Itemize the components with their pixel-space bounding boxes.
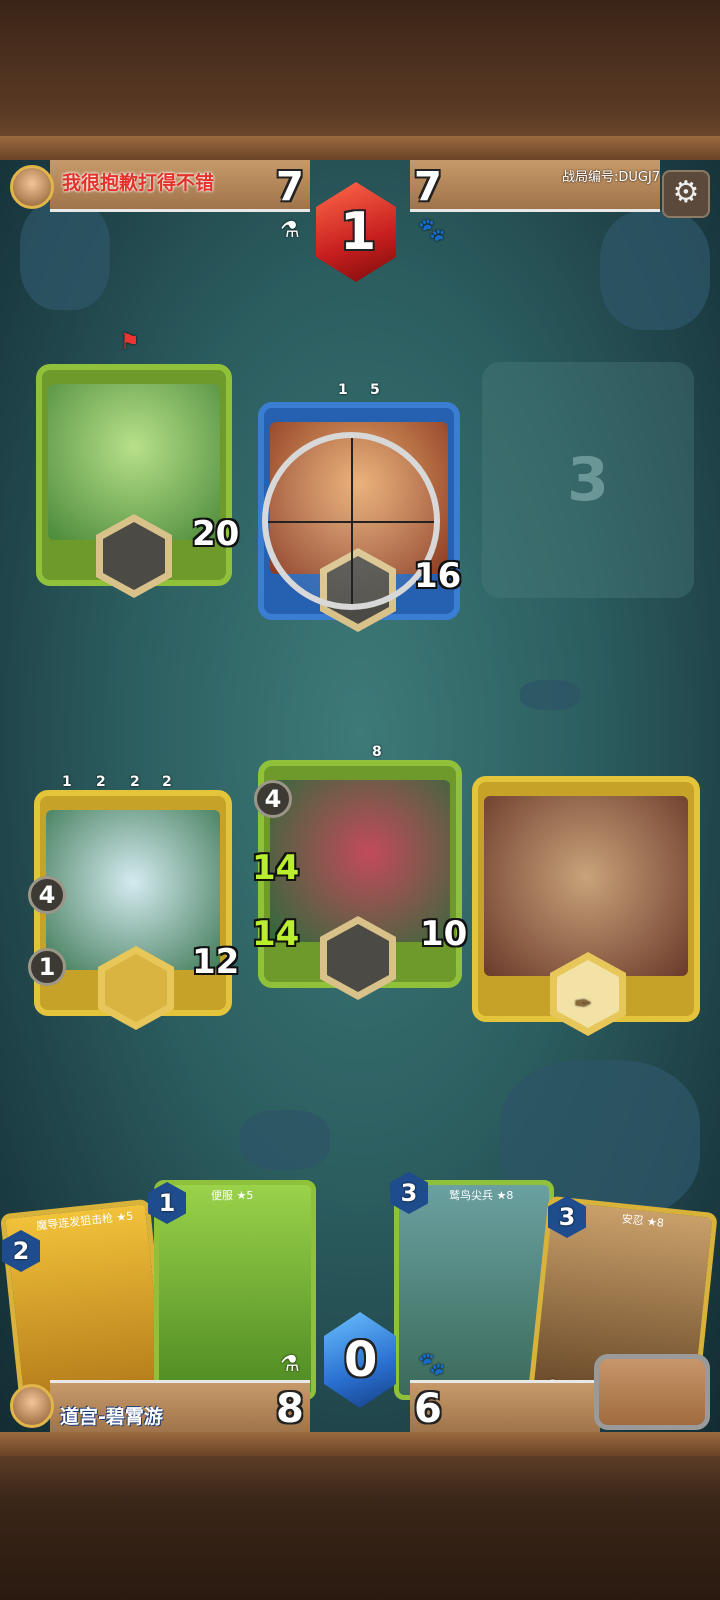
quill-icon: ✒ (574, 992, 593, 1017)
my-card-1-left-stat-1: 4 (28, 876, 66, 914)
flask-icon: ⚗ (280, 1352, 300, 1377)
opponent-avatar[interactable] (10, 165, 54, 209)
my-card-1-badge-2: 2 (96, 774, 106, 790)
my-card-1-badge-1: 1 (62, 774, 72, 790)
enemy-card-2-badge-2: 5 (370, 382, 380, 398)
enemy-card-2-badge-1: 1 (338, 382, 348, 398)
enemy-card-2-stat: 16 (414, 556, 462, 596)
opponent-left-value: 7 (276, 164, 304, 210)
my-card-1-right-stat: 12 (192, 942, 240, 982)
player-mana: 0 (344, 1332, 378, 1388)
player-name: 道宫-碧霄游 (60, 1406, 163, 1428)
my-card-2-left-stat-3: 14 (252, 914, 300, 954)
hand-card-3-title: 鹫鸟尖兵 ★8 (449, 1189, 514, 1202)
my-card-2-right-stat: 10 (420, 914, 468, 954)
turn-number: 1 (340, 202, 377, 262)
bottom-frame (0, 1432, 720, 1600)
my-card-1-left-stat-2: 1 (28, 948, 66, 986)
player-left-value: 8 (276, 1386, 304, 1432)
enemy-card-1-stat: 20 (192, 514, 240, 554)
hand-card-1-title: 魔导连发狙击枪 ★5 (35, 1209, 134, 1233)
opponent-right-value: 7 (414, 164, 442, 210)
my-card-2-badge: 8 (372, 744, 382, 760)
player-right-value: 6 (414, 1386, 442, 1432)
my-card-cat-archer[interactable] (472, 776, 700, 1036)
end-turn-button[interactable] (594, 1354, 710, 1430)
opponent-name: 我很抱歉打得不错 (62, 172, 215, 194)
red-flag-icon: ⚑ (120, 330, 140, 355)
flask-icon: ⚗ (280, 218, 300, 243)
my-card-2-left-stat-1: 4 (254, 780, 292, 818)
paw-icon: 🐾 (418, 1352, 446, 1377)
top-wood-bar (0, 136, 720, 160)
player-avatar[interactable] (10, 1384, 54, 1428)
battle-id: 战局编号:DUGJ7 (562, 170, 661, 185)
bottom-wood-bar (0, 1432, 720, 1456)
gear-icon[interactable]: ⚙ (662, 170, 710, 218)
hand-card-4-title: 安忍 ★8 (620, 1212, 665, 1230)
my-card-1-badge-3: 2 (130, 774, 140, 790)
paw-icon: 🐾 (418, 218, 446, 243)
my-card-2-left-stat-2: 14 (252, 848, 300, 888)
hand-card-2-title: 便服 ★5 (211, 1189, 254, 1202)
my-card-1-badge-4: 2 (162, 774, 172, 790)
empty-slot-3[interactable]: 3 (482, 362, 694, 598)
